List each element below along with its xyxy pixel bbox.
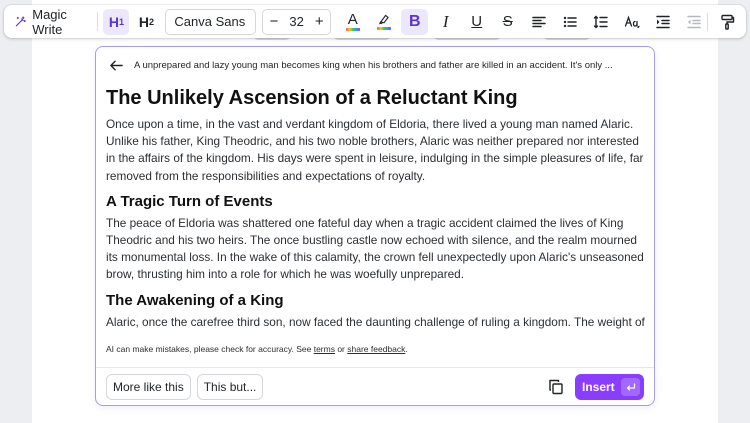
arrow-left-icon bbox=[109, 60, 123, 70]
highlight-button[interactable] bbox=[370, 9, 397, 35]
highlight-icon bbox=[376, 13, 391, 30]
copy-icon bbox=[549, 379, 563, 395]
text-color-icon: A bbox=[345, 11, 360, 31]
line-spacing-icon bbox=[593, 15, 608, 28]
panel-footer: More like this This but... Insert bbox=[96, 371, 654, 403]
bullet-list-button[interactable] bbox=[556, 9, 583, 35]
generated-content: The Unlikely Ascension of a Reluctant Ki… bbox=[106, 85, 646, 333]
magic-write-panel: A unprepared and lazy young man becomes … bbox=[95, 46, 655, 406]
copy-button[interactable] bbox=[543, 374, 569, 400]
strikethrough-icon: S bbox=[502, 13, 513, 30]
section-heading: A Tragic Turn of Events bbox=[106, 192, 273, 210]
bold-button[interactable]: B bbox=[401, 8, 429, 35]
section-heading: The Awakening of a King bbox=[106, 291, 284, 309]
insert-label: Insert bbox=[582, 380, 615, 394]
disclaimer-or: or bbox=[334, 344, 348, 354]
align-left-icon bbox=[531, 16, 546, 27]
font-family-select[interactable]: Canva Sans bbox=[165, 8, 257, 35]
toolbar-divider bbox=[96, 12, 98, 31]
format-tools: A B I U S bbox=[339, 8, 707, 35]
insert-button[interactable]: Insert bbox=[575, 374, 644, 400]
story-paragraph: Once upon a time, in the vast and verdan… bbox=[106, 117, 644, 183]
terms-link[interactable]: terms bbox=[314, 344, 335, 354]
heading2-button[interactable]: H2 bbox=[133, 9, 159, 35]
heading1-button[interactable]: H1 bbox=[103, 8, 130, 35]
indent-button[interactable] bbox=[649, 9, 676, 35]
text-toolbar: Magic Write H1 H2 Canva Sans − 32 + A B bbox=[4, 5, 746, 38]
strikethrough-button[interactable]: S bbox=[494, 9, 521, 35]
indent-icon bbox=[655, 15, 670, 28]
align-left-button[interactable] bbox=[525, 9, 552, 35]
heading2-subscript: 2 bbox=[148, 16, 154, 27]
font-size-value[interactable]: 32 bbox=[285, 14, 308, 29]
magic-write-label: Magic Write bbox=[32, 6, 67, 37]
disclaimer-suffix: . bbox=[405, 344, 408, 354]
more-like-this-button[interactable]: More like this bbox=[106, 374, 191, 400]
line-spacing-button[interactable] bbox=[587, 9, 614, 35]
this-but-button[interactable]: This but... bbox=[196, 374, 264, 400]
enter-key-icon bbox=[621, 378, 640, 396]
font-size-increase-button[interactable]: + bbox=[308, 13, 330, 30]
bold-icon: B bbox=[408, 12, 421, 30]
font-size-stepper: − 32 + bbox=[262, 8, 332, 35]
heading2-label: H bbox=[138, 13, 149, 30]
copy-style-button[interactable] bbox=[714, 9, 740, 35]
disclaimer-text: AI can make mistakes, please check for a… bbox=[106, 344, 314, 354]
magic-write-icon bbox=[15, 15, 26, 26]
back-button[interactable] bbox=[106, 55, 126, 75]
toolbar-divider bbox=[707, 12, 708, 31]
font-size-decrease-button[interactable]: − bbox=[263, 13, 285, 30]
italic-icon: I bbox=[442, 11, 449, 31]
ai-disclaimer: AI can make mistakes, please check for a… bbox=[106, 344, 408, 354]
heading1-subscript: 1 bbox=[118, 16, 124, 27]
story-title: The Unlikely Ascension of a Reluctant Ki… bbox=[106, 87, 518, 109]
story-paragraph: Alaric, once the carefree third son, now… bbox=[106, 314, 645, 329]
outdent-icon bbox=[686, 15, 701, 28]
underline-icon: U bbox=[471, 13, 483, 30]
panel-divider bbox=[96, 367, 654, 368]
heading1-label: H bbox=[108, 13, 119, 30]
text-case-button[interactable] bbox=[618, 9, 645, 35]
share-feedback-link[interactable]: share feedback bbox=[347, 344, 405, 354]
paint-roller-icon bbox=[721, 14, 735, 30]
text-color-glyph: A bbox=[347, 11, 358, 28]
story-paragraph: The peace of Eldoria was shattered one f… bbox=[106, 215, 644, 282]
italic-button[interactable]: I bbox=[432, 9, 459, 35]
underline-button[interactable]: U bbox=[463, 9, 490, 35]
bullet-list-icon bbox=[563, 16, 577, 27]
outdent-button[interactable] bbox=[680, 9, 707, 35]
font-family-value: Canva Sans bbox=[174, 14, 246, 29]
panel-header: A unprepared and lazy young man becomes … bbox=[96, 47, 654, 83]
magic-write-button[interactable]: Magic Write bbox=[12, 6, 91, 37]
text-case-icon bbox=[624, 15, 640, 28]
prompt-text[interactable]: A unprepared and lazy young man becomes … bbox=[134, 60, 644, 71]
text-color-button[interactable]: A bbox=[339, 9, 366, 35]
